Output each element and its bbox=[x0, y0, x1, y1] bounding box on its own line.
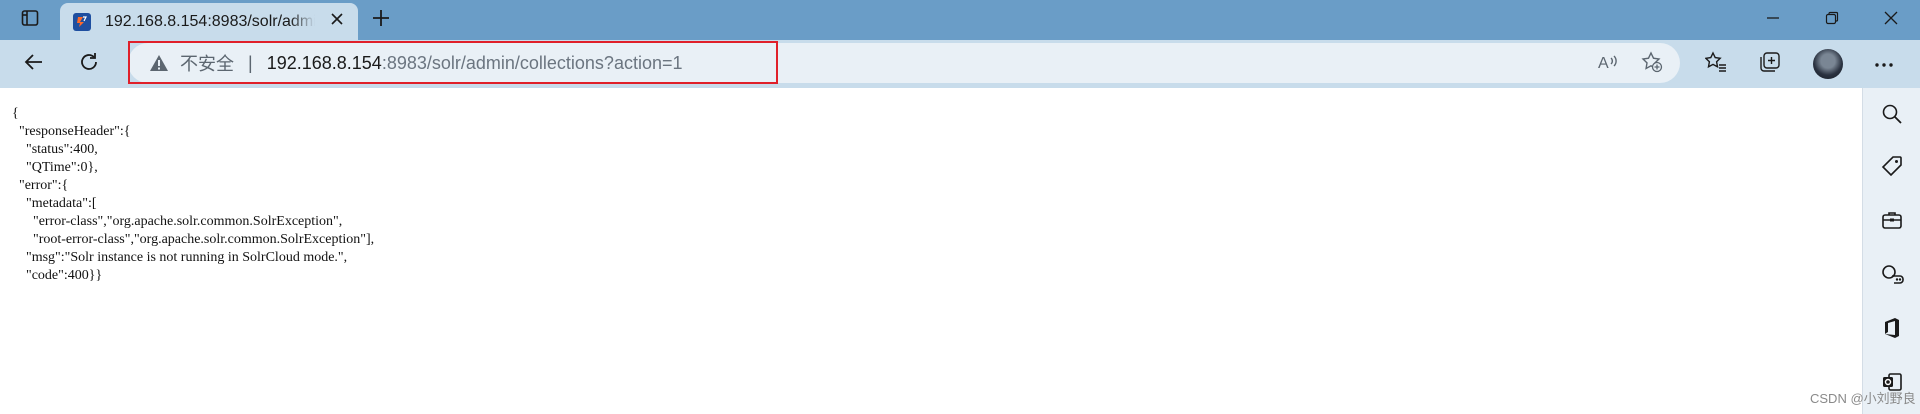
json-line: "root-error-class","org.apache.solr.comm… bbox=[12, 232, 375, 247]
favorites-icon bbox=[1704, 50, 1727, 78]
close-window-icon bbox=[1884, 11, 1898, 30]
address-content[interactable]: 不安全 | 192.168.8.154:8983/solr/admin/coll… bbox=[148, 43, 683, 83]
sidebar-shopping-button[interactable] bbox=[1876, 152, 1908, 184]
search-icon bbox=[1881, 103, 1903, 130]
url-path: :8983/solr/admin/collections?action=1 bbox=[381, 52, 683, 73]
tab-title: 192.168.8.154:8983/solr/admin/collection… bbox=[105, 12, 315, 30]
browser-tab[interactable]: 192.168.8.154:8983/solr/admin/collection… bbox=[60, 3, 358, 40]
json-line: "QTime":0}, bbox=[12, 160, 98, 175]
more-icon bbox=[1874, 55, 1894, 73]
plus-icon bbox=[371, 8, 391, 33]
restore-icon bbox=[1825, 11, 1839, 30]
json-line: "code":400}} bbox=[12, 268, 103, 283]
read-aloud-button[interactable]: A bbox=[1592, 48, 1624, 80]
back-button[interactable] bbox=[16, 46, 52, 82]
sidebar-search-button[interactable] bbox=[1876, 100, 1908, 132]
tag-icon bbox=[1881, 155, 1903, 182]
tab-actions-button[interactable] bbox=[12, 6, 48, 34]
json-line: { bbox=[12, 106, 19, 121]
add-favorite-button[interactable] bbox=[1636, 48, 1668, 80]
refresh-icon bbox=[78, 51, 100, 78]
new-tab-button[interactable] bbox=[366, 6, 396, 34]
collections-button[interactable] bbox=[1752, 46, 1788, 82]
svg-text:A: A bbox=[1598, 55, 1609, 72]
url-host: 192.168.8.154 bbox=[266, 52, 382, 73]
favorites-button[interactable] bbox=[1698, 46, 1734, 82]
sidebar-games-button[interactable] bbox=[1876, 260, 1908, 292]
tab-actions-icon bbox=[21, 9, 39, 32]
page-content: { "responseHeader":{ "status":400, "QTim… bbox=[0, 88, 1862, 414]
edge-sidebar bbox=[1862, 88, 1920, 414]
back-arrow-icon bbox=[23, 51, 45, 78]
insecure-label[interactable]: 不安全 bbox=[180, 50, 234, 76]
json-line: "msg":"Solr instance is not running in S… bbox=[12, 250, 348, 265]
minimize-icon bbox=[1766, 11, 1780, 30]
json-line: "responseHeader":{ bbox=[12, 124, 131, 139]
collections-icon bbox=[1759, 51, 1781, 78]
warning-icon bbox=[148, 52, 170, 74]
json-line: "error":{ bbox=[12, 178, 69, 193]
avatar[interactable] bbox=[1813, 49, 1843, 79]
close-tab-button[interactable] bbox=[325, 10, 349, 34]
sidebar-tools-button[interactable] bbox=[1876, 206, 1908, 238]
minimize-button[interactable] bbox=[1744, 0, 1802, 40]
address-separator: | bbox=[248, 52, 253, 73]
restore-button[interactable] bbox=[1803, 0, 1861, 40]
json-line: "status":400, bbox=[12, 142, 98, 157]
close-window-button[interactable] bbox=[1862, 0, 1920, 40]
games-icon bbox=[1880, 263, 1904, 290]
sidebar-office-button[interactable] bbox=[1876, 314, 1908, 346]
json-line: "metadata":[ bbox=[12, 196, 97, 211]
more-button[interactable] bbox=[1866, 46, 1902, 82]
solr-icon bbox=[73, 12, 91, 31]
close-icon bbox=[330, 12, 344, 31]
refresh-button[interactable] bbox=[71, 46, 107, 82]
json-response: { "responseHeader":{ "status":400, "QTim… bbox=[12, 105, 374, 285]
csdn-watermark: CSDN @小刘野良 bbox=[1810, 391, 1916, 406]
read-aloud-icon: A bbox=[1597, 52, 1619, 77]
office-icon bbox=[1882, 317, 1902, 344]
toolbox-icon bbox=[1881, 209, 1903, 236]
add-favorite-icon bbox=[1641, 50, 1663, 78]
json-line: "error-class","org.apache.solr.common.So… bbox=[12, 214, 343, 229]
